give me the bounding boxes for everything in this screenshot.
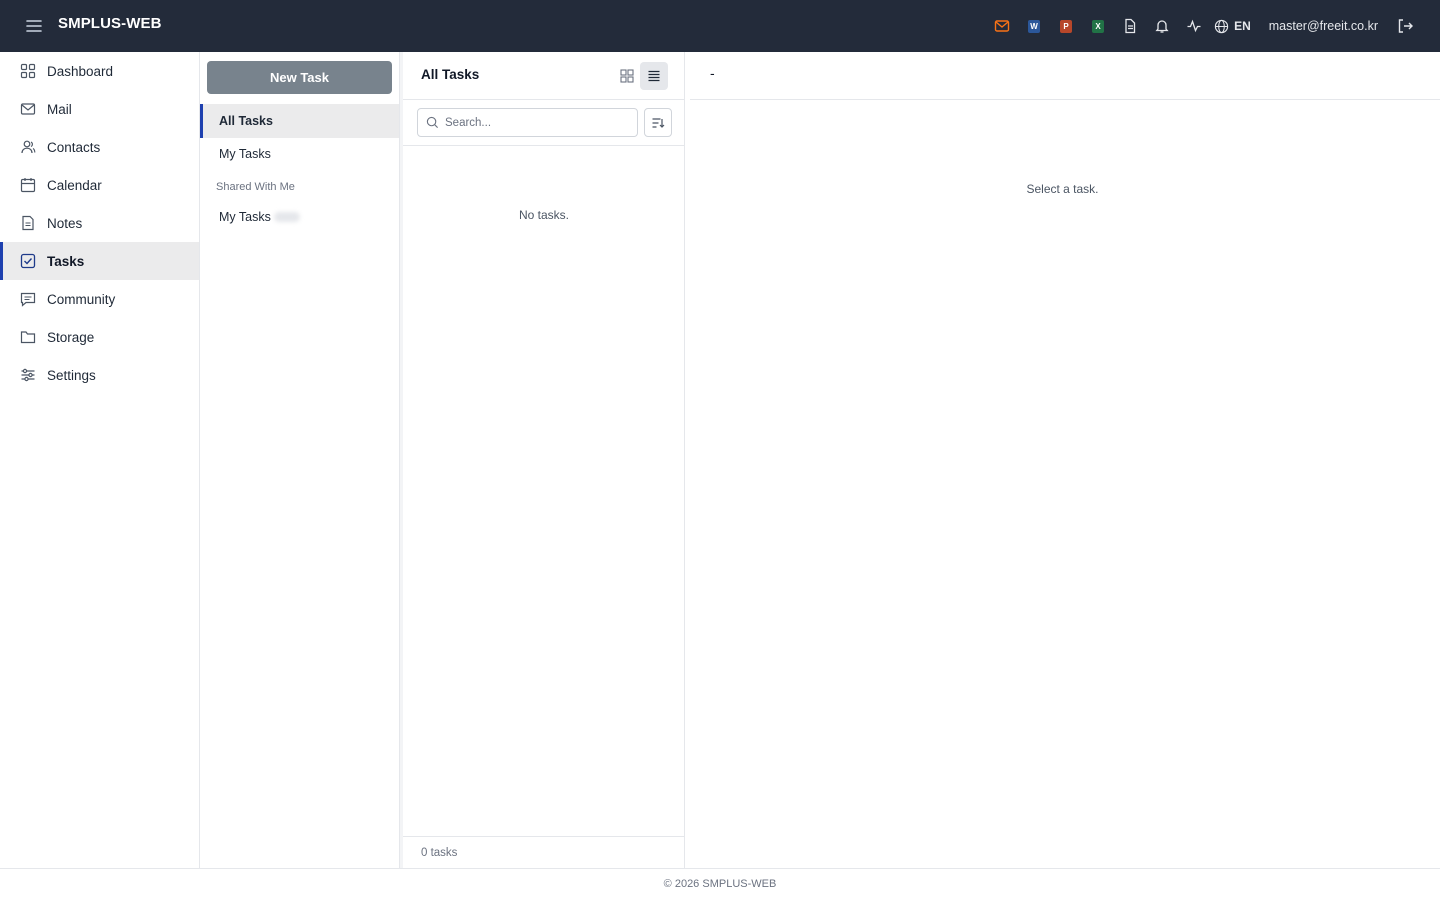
globe-icon [1214,19,1229,34]
new-task-button[interactable]: New Task [207,61,392,94]
sidebar-item-mail[interactable]: Mail [0,90,199,128]
app-brand[interactable]: SMPLUS-WEB [58,15,162,32]
list-header: All Tasks [403,52,685,100]
mail-icon [20,101,36,117]
language-selector[interactable]: EN [1214,19,1251,34]
grid-view-button[interactable] [613,62,641,90]
search-box [417,108,638,137]
tasks-icon [20,253,36,269]
folder-my-tasks[interactable]: My Tasks [200,137,399,171]
shared-section-label: Shared With Me [216,181,295,193]
sort-button[interactable] [644,108,672,137]
sidebar-item-storage[interactable]: Storage [0,318,199,356]
detail-header: - [690,52,1440,100]
activity-icon[interactable] [1178,10,1210,42]
mail-icon[interactable] [986,10,1018,42]
search-row [403,100,685,146]
sidebar-item-label: Settings [47,367,96,383]
contacts-icon [20,139,36,155]
word-icon[interactable]: W [1018,10,1050,42]
calendar-icon [20,177,36,193]
top-bar: SMPLUS-WEB W P X EN master@freeit.co.kr [0,0,1440,52]
sidebar-item-label: Mail [47,101,72,117]
powerpoint-icon[interactable]: P [1050,10,1082,42]
logout-icon[interactable] [1396,17,1414,35]
grid-view-icon [620,69,634,83]
grid-icon [20,63,36,79]
sidebar-item-settings[interactable]: Settings [0,356,199,394]
top-actions: W P X EN master@freeit.co.kr [986,0,1440,52]
sidebar-item-label: Community [47,291,116,307]
folder-all-tasks[interactable]: All Tasks [200,104,399,138]
bell-icon[interactable] [1146,10,1178,42]
folder-shared-my-tasks[interactable]: My Tasks [200,200,399,234]
language-label: EN [1234,19,1251,33]
folder-icon [20,329,36,345]
document-icon[interactable] [1114,10,1146,42]
list-view-icon [647,69,661,83]
excel-icon[interactable]: X [1082,10,1114,42]
empty-list-message: No tasks. [518,208,569,222]
detail-empty-message: Select a task. [1026,182,1099,196]
sidebar-item-label: Notes [47,215,83,231]
sidebar-item-notes[interactable]: Notes [0,204,199,242]
sidebar-item-tasks[interactable]: Tasks [0,242,199,280]
sort-icon [651,116,665,130]
page-footer: © 2026 SMPLUS-WEB [0,868,1440,900]
sidebar-item-label: Dashboard [47,63,114,79]
folder-label: My Tasks [219,210,271,224]
task-detail-panel: - Select a task. [685,52,1440,868]
search-icon [426,116,439,129]
task-folders-panel: New Task All Tasks My Tasks Shared With … [200,52,400,868]
sidebar-item-label: Tasks [47,253,85,269]
sidebar-item-dashboard[interactable]: Dashboard [0,52,199,90]
sidebar-item-label: Calendar [47,177,102,193]
search-input[interactable] [445,116,625,129]
user-email[interactable]: master@freeit.co.kr [1269,19,1378,33]
task-count: 0 tasks [403,836,685,868]
list-view-button[interactable] [640,62,668,90]
owner-tag [273,212,300,222]
sliders-icon [20,367,36,383]
sidebar-item-label: Storage [47,329,95,345]
detail-title: - [710,65,715,81]
sidebar-item-calendar[interactable]: Calendar [0,166,199,204]
sidebar-item-contacts[interactable]: Contacts [0,128,199,166]
task-list-panel: All Tasks No tasks. 0 tasks [400,52,685,868]
notes-icon [20,215,36,231]
sidebar-item-community[interactable]: Community [0,280,199,318]
main-sidebar: Dashboard Mail Contacts Calendar Notes T… [0,52,200,868]
sidebar-item-label: Contacts [47,139,101,155]
list-title: All Tasks [421,67,480,82]
chat-icon [20,291,36,307]
menu-icon[interactable] [24,16,44,36]
